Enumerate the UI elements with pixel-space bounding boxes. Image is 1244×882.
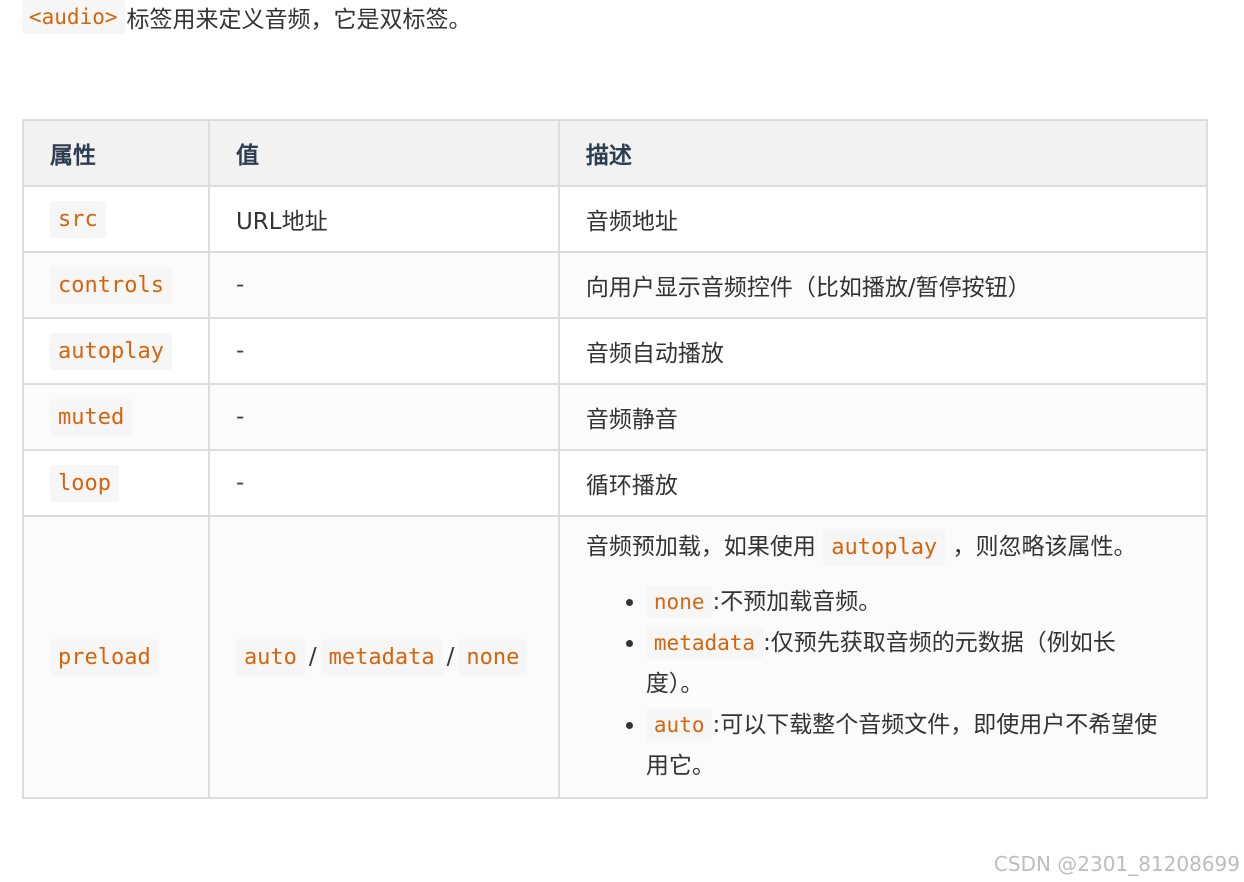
- desc-code-autoplay: autoplay: [823, 529, 946, 566]
- header-description: 描述: [557, 119, 1209, 187]
- intro-text: 标签用来定义音频，它是双标签。: [126, 7, 472, 33]
- attr-name: controls: [50, 267, 172, 304]
- intro-line: <audio> 标签用来定义音频，它是双标签。: [22, 0, 472, 34]
- list-item: metadata:仅预先获取音频的元数据（例如长度）。: [645, 623, 1180, 705]
- attr-name: src: [50, 201, 106, 238]
- attr-value: -: [207, 383, 560, 451]
- preload-options-list: none:不预加载音频。 metadata:仅预先获取音频的元数据（例如长度）。…: [586, 582, 1180, 787]
- attr-name: loop: [50, 465, 119, 502]
- csdn-watermark: CSDN @2301_81208699: [993, 852, 1240, 876]
- value-none: none: [458, 639, 528, 676]
- attr-value: -: [207, 317, 560, 385]
- desc-text: 音频预加载，如果使用: [585, 534, 816, 560]
- desc-text: ，则忽略该属性。: [952, 534, 1137, 560]
- option-code: none: [645, 586, 713, 618]
- list-item: none:不预加载音频。: [645, 582, 1180, 623]
- table-header-row: 属性 值 描述: [22, 119, 1209, 187]
- table-row: autoplay - 音频自动播放: [22, 317, 1209, 385]
- attr-description: 音频自动播放: [557, 317, 1209, 385]
- header-value: 值: [207, 119, 560, 187]
- option-text: :不预加载音频。: [712, 589, 882, 615]
- table-row-preload: preload auto / metadata / none 音频预加载，如果使用 au…: [22, 515, 1209, 799]
- value-auto: auto: [235, 639, 305, 676]
- value-metadata: metadata: [320, 639, 443, 676]
- preload-description: 音频预加载，如果使用 autoplay ，则忽略该属性。: [586, 527, 1180, 568]
- value-separator: /: [308, 644, 317, 670]
- header-attribute: 属性: [22, 119, 210, 187]
- attr-name: muted: [50, 399, 133, 436]
- attr-description: 向用户显示音频控件（比如播放/暂停按钮）: [557, 251, 1209, 319]
- attr-description: 音频预加载，如果使用 autoplay ，则忽略该属性。 none:不预加载音频…: [557, 515, 1209, 799]
- attr-description: 循环播放: [557, 449, 1209, 517]
- attr-name: autoplay: [50, 333, 172, 370]
- list-item: auto:可以下载整个音频文件，即使用户不希望使用它。: [645, 705, 1180, 787]
- option-code: auto: [645, 709, 713, 741]
- table-row: src URL地址 音频地址: [22, 185, 1209, 253]
- attr-description: 音频地址: [557, 185, 1209, 253]
- table-row: controls - 向用户显示音频控件（比如播放/暂停按钮）: [22, 251, 1209, 319]
- audio-attributes-table: 属性 值 描述 src URL地址 音频地址 controls - 向用户显示音…: [22, 119, 1209, 799]
- attr-description: 音频静音: [557, 383, 1209, 451]
- audio-tag-code: <audio>: [22, 0, 125, 34]
- attr-value-list: auto / metadata / none: [207, 515, 560, 799]
- option-text: :可以下载整个音频文件，即使用户不希望使用它。: [645, 712, 1158, 779]
- attr-value: -: [207, 449, 560, 517]
- value-separator: /: [446, 644, 455, 670]
- option-code: metadata: [645, 627, 764, 659]
- attr-value: URL地址: [207, 185, 560, 253]
- table-row: muted - 音频静音: [22, 383, 1209, 451]
- table-row: loop - 循环播放: [22, 449, 1209, 517]
- attr-name: preload: [50, 639, 159, 676]
- attr-value: -: [207, 251, 560, 319]
